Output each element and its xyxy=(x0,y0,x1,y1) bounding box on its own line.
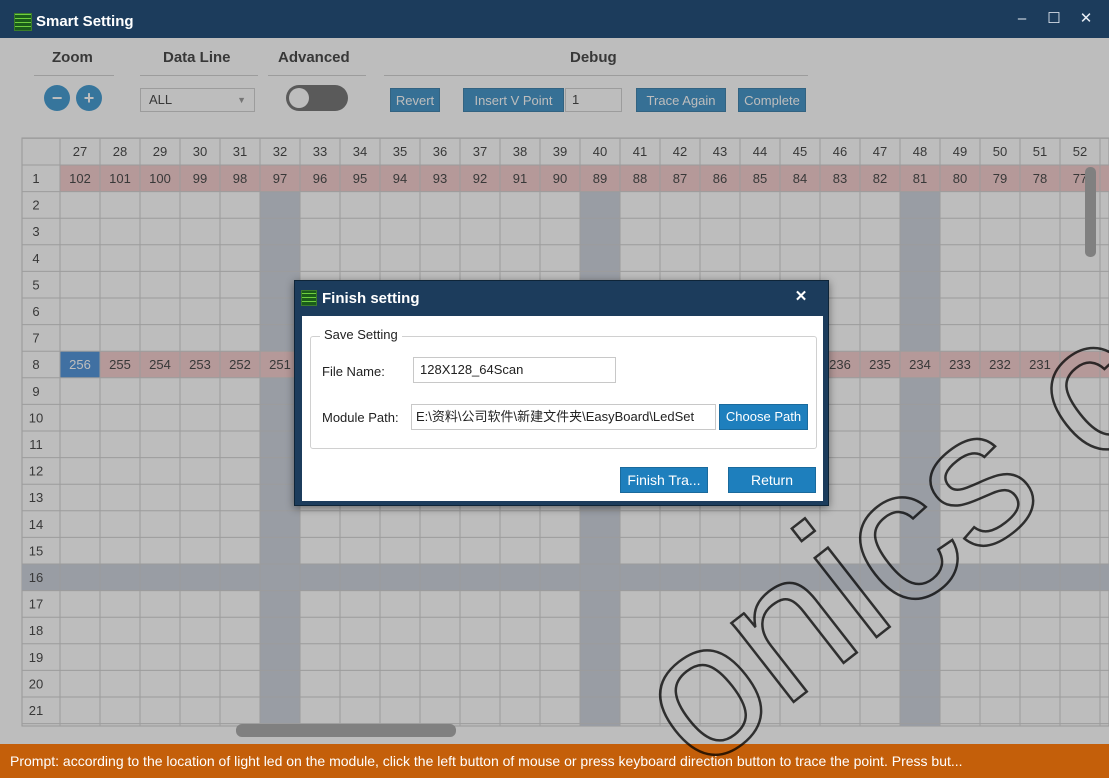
app-icon xyxy=(14,13,32,31)
save-setting-group: Save Setting File Name: 128X128_64Scan M… xyxy=(310,327,817,449)
module-path-input[interactable]: E:\资料\公司软件\新建文件夹\EasyBoard\LedSet xyxy=(411,404,716,430)
choose-path-button[interactable]: Choose Path xyxy=(719,404,808,430)
maximize-icon[interactable]: ☐ xyxy=(1040,8,1068,30)
minimize-icon[interactable]: – xyxy=(1008,8,1036,30)
status-bar: Prompt: according to the location of lig… xyxy=(0,744,1109,778)
close-icon[interactable]: ✕ xyxy=(1072,8,1100,30)
finish-setting-dialog: Finish setting ✕ Save Setting File Name:… xyxy=(294,280,829,506)
dialog-body: Save Setting File Name: 128X128_64Scan M… xyxy=(302,316,823,501)
save-setting-title: Save Setting xyxy=(320,327,402,342)
window-title: Smart Setting xyxy=(36,13,134,30)
file-name-label: File Name: xyxy=(322,364,385,379)
smart-setting-window: Smart Setting – ☐ ✕ Zoom − + Data Line A… xyxy=(0,0,1109,778)
dialog-title: Finish setting xyxy=(322,290,420,307)
app-icon xyxy=(301,290,317,306)
finish-trace-button[interactable]: Finish Tra... xyxy=(620,467,708,493)
module-path-label: Module Path: xyxy=(322,410,399,425)
close-icon[interactable]: ✕ xyxy=(790,286,812,308)
title-bar: Smart Setting – ☐ ✕ xyxy=(0,0,1109,38)
file-name-input[interactable]: 128X128_64Scan xyxy=(413,357,616,383)
return-button[interactable]: Return xyxy=(728,467,816,493)
